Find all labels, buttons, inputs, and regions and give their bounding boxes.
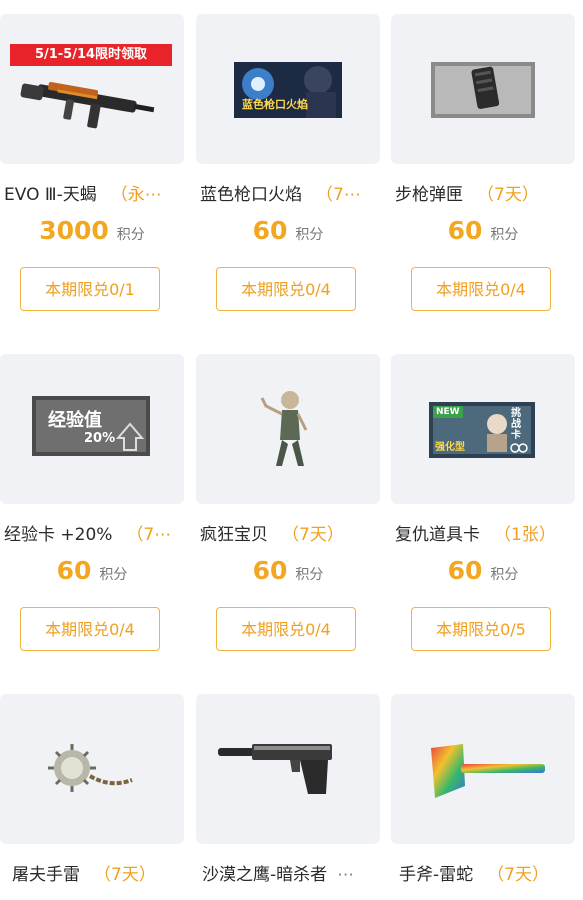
pistol-icon xyxy=(218,744,332,794)
item-duration: ⋯ xyxy=(337,865,355,885)
item-thumbnail[interactable] xyxy=(0,694,184,844)
price-value: 3000 xyxy=(39,216,109,245)
item-title: 屠夫手雷 （7天） xyxy=(12,862,192,888)
item-name: 手斧-雷蛇 xyxy=(399,865,474,885)
price-unit: 积分 xyxy=(116,227,145,243)
item-thumbnail[interactable] xyxy=(391,14,575,164)
price-value: 60 xyxy=(252,556,288,585)
item-thumbnail[interactable] xyxy=(391,694,575,844)
item-duration: （永⋯ xyxy=(110,185,162,205)
price-row: 60 积分 xyxy=(196,216,380,252)
price-unit: 积分 xyxy=(295,567,324,583)
item-title: EVO Ⅲ-天蝎 （永⋯ xyxy=(4,182,184,208)
item-title: 蓝色枪口火焰 （7⋯ xyxy=(200,182,380,208)
thumb-caption-percent: 20% xyxy=(84,431,116,446)
thumb-caption-tier: 强化型 xyxy=(435,442,465,453)
thumb-caption: 蓝色枪口火焰 xyxy=(242,98,308,111)
item-duration: （1张） xyxy=(494,525,556,545)
item-name: 步枪弹匣 xyxy=(395,185,463,205)
muzzle-flame-icon xyxy=(234,62,342,118)
price-row: 60 积分 xyxy=(196,556,380,592)
redeem-limit-button[interactable]: 本期限兑0/4 xyxy=(20,607,160,651)
item-title: 步枪弹匣 （7天） xyxy=(395,182,575,208)
item-duration: （7天） xyxy=(282,525,344,545)
price-value: 60 xyxy=(252,216,288,245)
item-title: 疯狂宝贝 （7天） xyxy=(200,522,380,548)
item-title: 手斧-雷蛇 （7天） xyxy=(399,862,579,888)
item-thumbnail[interactable]: 5/1-5/14限时领取 xyxy=(0,14,184,164)
price-row: 60 积分 xyxy=(0,556,184,592)
item-thumbnail[interactable]: NEW 挑战卡 强化型 xyxy=(391,354,575,504)
price-value: 60 xyxy=(56,556,92,585)
item-name: 蓝色枪口火焰 xyxy=(200,185,302,205)
item-duration: （7天） xyxy=(487,865,549,885)
spiked-grenade-icon xyxy=(48,744,133,792)
item-title: 复仇道具卡 （1张） xyxy=(395,522,575,548)
redeem-limit-button[interactable]: 本期限兑0/4 xyxy=(216,607,356,651)
item-thumbnail[interactable]: 经验值 20% xyxy=(0,354,184,504)
item-name: 沙漠之鹰-暗杀者 xyxy=(202,865,328,885)
thumb-caption: 挑战卡 xyxy=(511,408,521,441)
item-name: 屠夫手雷 xyxy=(12,865,80,885)
price-row: 60 积分 xyxy=(391,216,575,252)
redeem-limit-button[interactable]: 本期限兑0/5 xyxy=(411,607,551,651)
item-duration: （7⋯ xyxy=(126,525,172,545)
reward-grid: 5/1-5/14限时领取 EVO Ⅲ-天蝎 （永⋯ 3000 积分 本期限兑0/1 xyxy=(0,0,583,900)
item-duration: （7天） xyxy=(94,865,156,885)
item-name: 经验卡 +20% xyxy=(4,525,113,545)
redeem-limit-button[interactable]: 本期限兑0/1 xyxy=(20,267,160,311)
item-title: 沙漠之鹰-暗杀者 ⋯ xyxy=(202,862,382,888)
price-row: 3000 积分 xyxy=(0,216,184,252)
price-row: 60 积分 xyxy=(391,556,575,592)
price-unit: 积分 xyxy=(295,227,324,243)
hatchet-icon xyxy=(431,744,545,798)
item-name: 疯狂宝贝 xyxy=(200,525,268,545)
price-value: 60 xyxy=(447,216,483,245)
price-unit: 积分 xyxy=(99,567,128,583)
magazine-icon xyxy=(431,62,535,118)
item-title: 经验卡 +20% （7⋯ xyxy=(4,522,184,548)
item-duration: （7⋯ xyxy=(316,185,361,205)
challenge-card-icon xyxy=(429,402,535,458)
price-unit: 积分 xyxy=(490,567,519,583)
item-duration: （7天） xyxy=(477,185,539,205)
price-unit: 积分 xyxy=(490,227,519,243)
item-name: 复仇道具卡 xyxy=(395,525,480,545)
item-thumbnail[interactable] xyxy=(196,694,380,844)
redeem-limit-button[interactable]: 本期限兑0/4 xyxy=(216,267,356,311)
new-badge: NEW xyxy=(433,406,463,418)
price-value: 60 xyxy=(447,556,483,585)
redeem-limit-button[interactable]: 本期限兑0/4 xyxy=(411,267,551,311)
item-thumbnail[interactable] xyxy=(196,354,380,504)
item-thumbnail[interactable]: 蓝色枪口火焰 xyxy=(196,14,380,164)
thumb-caption: 经验值 xyxy=(48,410,102,431)
item-name: EVO Ⅲ-天蝎 xyxy=(4,185,97,205)
character-icon xyxy=(260,391,308,466)
rifle-icon xyxy=(20,81,155,129)
